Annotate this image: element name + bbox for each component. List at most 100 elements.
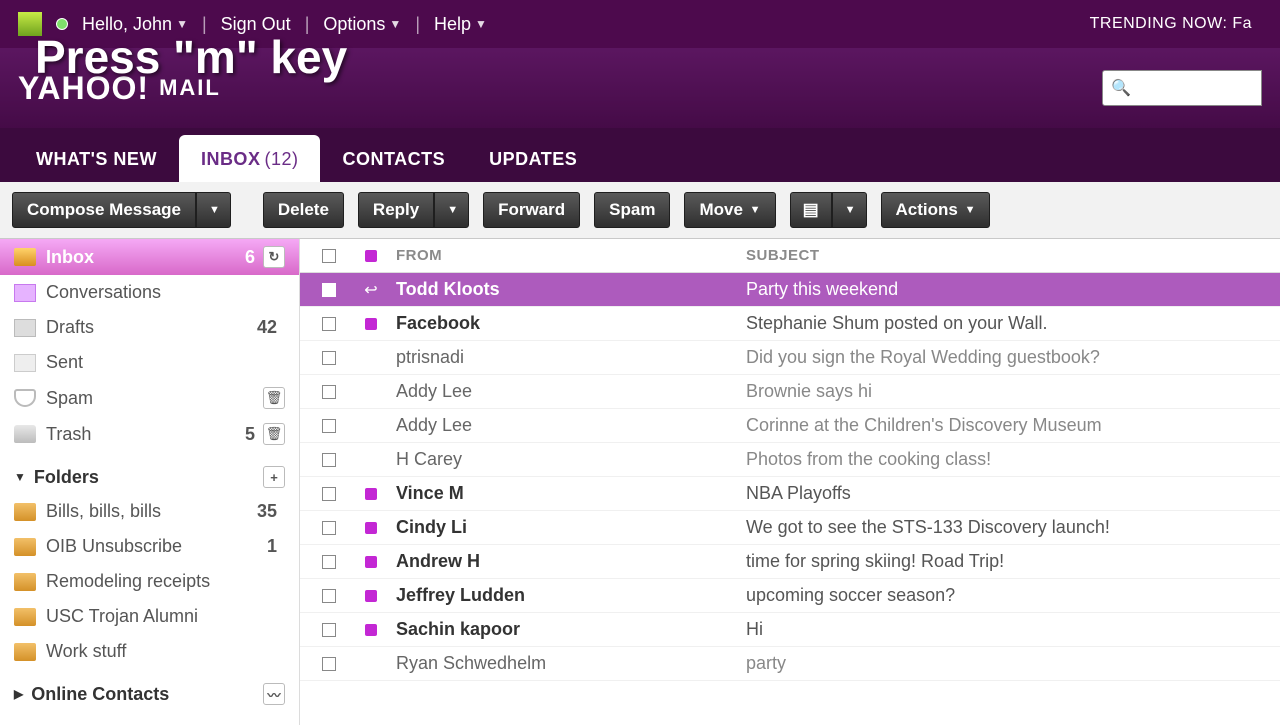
reply-arrow-icon: ↩ bbox=[364, 280, 377, 300]
options-menu[interactable]: Options ▼ bbox=[317, 14, 407, 35]
row-checkbox[interactable] bbox=[322, 623, 336, 637]
message-from: H Carey bbox=[392, 449, 742, 470]
compose-button[interactable]: Compose Message bbox=[12, 192, 196, 228]
online-contacts-header[interactable]: ▶ Online Contacts 〰 bbox=[0, 669, 299, 711]
reply-button[interactable]: Reply bbox=[358, 192, 434, 228]
message-subject: party bbox=[742, 653, 1272, 674]
message-from: Addy Lee bbox=[392, 381, 742, 402]
reply-dropdown[interactable]: ▼ bbox=[434, 192, 469, 228]
message-row[interactable]: Sachin kapoorHi bbox=[300, 613, 1280, 647]
message-from: Facebook bbox=[392, 313, 742, 334]
column-subject[interactable]: SUBJECT bbox=[742, 247, 1272, 264]
message-subject: Party this weekend bbox=[742, 279, 1272, 300]
message-row[interactable]: Addy LeeBrownie says hi bbox=[300, 375, 1280, 409]
compose-dropdown[interactable]: ▼ bbox=[196, 192, 231, 228]
empty-icon[interactable]: 🗑 bbox=[263, 423, 285, 445]
sidebar-folder[interactable]: Bills, bills, bills35 bbox=[0, 494, 299, 529]
spam-button[interactable]: Spam bbox=[594, 192, 670, 228]
greeting-menu[interactable]: Hello, John ▼ bbox=[76, 14, 194, 35]
message-row[interactable]: ↩ Todd KlootsParty this weekend bbox=[300, 273, 1280, 307]
folders-header[interactable]: ▼ Folders + bbox=[0, 452, 299, 494]
row-checkbox[interactable] bbox=[322, 453, 336, 467]
row-checkbox[interactable] bbox=[322, 555, 336, 569]
add-folder-button[interactable]: + bbox=[263, 466, 285, 488]
row-checkbox[interactable] bbox=[322, 283, 336, 297]
column-from[interactable]: FROM bbox=[392, 247, 742, 264]
help-menu[interactable]: Help ▼ bbox=[428, 14, 493, 35]
sidebar-folder[interactable]: Remodeling receipts bbox=[0, 564, 299, 599]
row-checkbox[interactable] bbox=[322, 385, 336, 399]
chevron-down-icon: ▼ bbox=[750, 204, 761, 216]
row-checkbox[interactable] bbox=[322, 317, 336, 331]
trending-label: TRENDING NOW: Fa bbox=[1090, 15, 1252, 33]
message-row[interactable]: FacebookStephanie Shum posted on your Wa… bbox=[300, 307, 1280, 341]
row-checkbox[interactable] bbox=[322, 521, 336, 535]
row-checkbox[interactable] bbox=[322, 487, 336, 501]
signout-link[interactable]: Sign Out bbox=[215, 14, 297, 35]
brand-logo: YAHOO! bbox=[18, 70, 149, 107]
message-row[interactable]: Andrew Htime for spring skiing! Road Tri… bbox=[300, 545, 1280, 579]
message-row[interactable]: Addy LeeCorinne at the Children's Discov… bbox=[300, 409, 1280, 443]
contacts-action-button[interactable]: 〰 bbox=[263, 683, 285, 705]
sidebar-item-label: Drafts bbox=[46, 317, 94, 338]
folder-icon bbox=[14, 503, 36, 521]
message-row[interactable]: Jeffrey Luddenupcoming soccer season? bbox=[300, 579, 1280, 613]
tab-updates[interactable]: UPDATES bbox=[467, 135, 599, 182]
sidebar-item-label: USC Trojan Alumni bbox=[46, 606, 198, 627]
message-subject: Corinne at the Children's Discovery Muse… bbox=[742, 415, 1272, 436]
select-all-checkbox[interactable] bbox=[322, 249, 336, 263]
forward-button[interactable]: Forward bbox=[483, 192, 580, 228]
row-checkbox[interactable] bbox=[322, 351, 336, 365]
chevron-down-icon: ▼ bbox=[176, 17, 188, 31]
message-row[interactable]: Cindy LiWe got to see the STS-133 Discov… bbox=[300, 511, 1280, 545]
sidebar-sent[interactable]: Sent bbox=[0, 345, 299, 380]
sidebar-folder[interactable]: Work stuff bbox=[0, 634, 299, 669]
unread-dot-icon bbox=[365, 488, 377, 500]
sidebar-item-label: OIB Unsubscribe bbox=[46, 536, 182, 557]
unread-filter-icon[interactable] bbox=[365, 250, 377, 262]
message-row[interactable]: Ryan Schwedhelmparty bbox=[300, 647, 1280, 681]
sidebar-count: 6 bbox=[245, 247, 255, 268]
delete-button[interactable]: Delete bbox=[263, 192, 344, 228]
search-input[interactable] bbox=[1137, 79, 1253, 97]
actions-menu[interactable]: Actions ▼ bbox=[881, 192, 991, 228]
message-subject: time for spring skiing! Road Trip! bbox=[742, 551, 1272, 572]
message-subject: Stephanie Shum posted on your Wall. bbox=[742, 313, 1272, 334]
sidebar-trash[interactable]: Trash5🗑 bbox=[0, 416, 299, 452]
logo-row: YAHOO! MAIL 🔍 bbox=[0, 48, 1280, 128]
sidebar-folder[interactable]: OIB Unsubscribe1 bbox=[0, 529, 299, 564]
caret-right-icon: ▶ bbox=[14, 687, 23, 701]
folder-icon bbox=[14, 573, 36, 591]
chevron-down-icon: ▼ bbox=[389, 17, 401, 31]
message-subject: We got to see the STS-133 Discovery laun… bbox=[742, 517, 1272, 538]
empty-icon[interactable]: 🗑 bbox=[263, 387, 285, 409]
message-row[interactable]: H CareyPhotos from the cooking class! bbox=[300, 443, 1280, 477]
message-from: Ryan Schwedhelm bbox=[392, 653, 742, 674]
message-row[interactable]: ptrisnadiDid you sign the Royal Wedding … bbox=[300, 341, 1280, 375]
row-checkbox[interactable] bbox=[322, 419, 336, 433]
sidebar-drafts[interactable]: Drafts42 bbox=[0, 310, 299, 345]
sidebar-folder[interactable]: USC Trojan Alumni bbox=[0, 599, 299, 634]
tab-contacts[interactable]: CONTACTS bbox=[320, 135, 467, 182]
chevron-down-icon: ▼ bbox=[475, 17, 487, 31]
message-list-header: FROM SUBJECT bbox=[300, 239, 1280, 273]
search-box[interactable]: 🔍 bbox=[1102, 70, 1262, 106]
app-logo-icon bbox=[18, 12, 42, 36]
sidebar-conv[interactable]: Conversations bbox=[0, 275, 299, 310]
row-checkbox[interactable] bbox=[322, 589, 336, 603]
message-from: Todd Kloots bbox=[392, 279, 742, 300]
sidebar-item-label: Work stuff bbox=[46, 641, 126, 662]
move-button[interactable]: Move ▼ bbox=[684, 192, 775, 228]
view-toggle-button[interactable]: ▤ bbox=[790, 192, 832, 228]
view-toggle-dropdown[interactable]: ▼ bbox=[832, 192, 867, 228]
message-from: ptrisnadi bbox=[392, 347, 742, 368]
sent-icon bbox=[14, 354, 36, 372]
sidebar-inbox[interactable]: Inbox6↻ bbox=[0, 239, 299, 275]
tab-what-s-new[interactable]: WHAT'S NEW bbox=[14, 135, 179, 182]
refresh-icon[interactable]: ↻ bbox=[263, 246, 285, 268]
message-row[interactable]: Vince MNBA Playoffs bbox=[300, 477, 1280, 511]
sidebar-spam[interactable]: Spam🗑 bbox=[0, 380, 299, 416]
tab-inbox[interactable]: INBOX(12) bbox=[179, 135, 321, 182]
message-subject: upcoming soccer season? bbox=[742, 585, 1272, 606]
row-checkbox[interactable] bbox=[322, 657, 336, 671]
